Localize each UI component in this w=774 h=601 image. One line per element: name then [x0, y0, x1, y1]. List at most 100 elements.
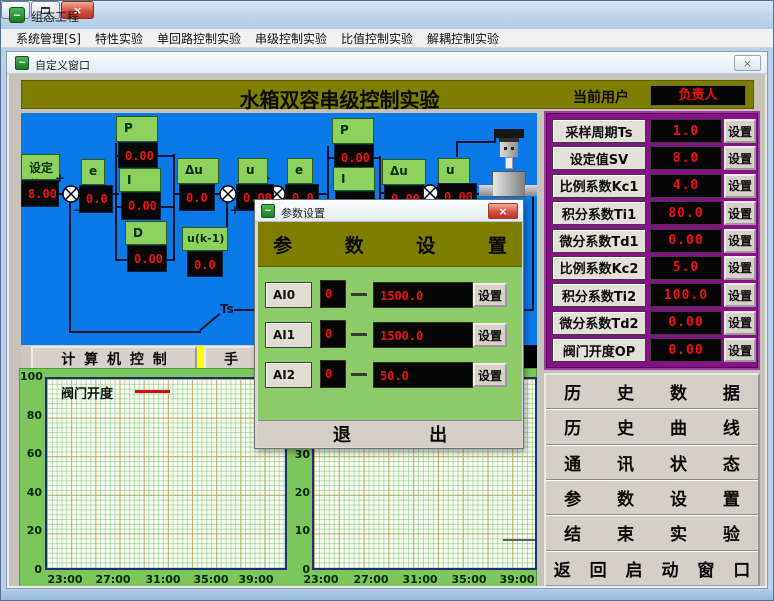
param-settings-button[interactable]: 参 数 设 置 [546, 480, 758, 515]
menu-ratio-exp[interactable]: 比值控制实验 [334, 29, 420, 48]
loop1-uk1-label: u(k-1) [182, 227, 228, 251]
dialog-titlebar[interactable]: ~ 参数设置 × [255, 200, 523, 222]
channel-label-ai1: AI1 [265, 322, 312, 348]
plus-sign: + [55, 171, 65, 185]
chart-legend-label: 阀门开度 [61, 383, 113, 402]
left-ytick-60: 60 [20, 447, 42, 460]
ai0-set-button[interactable]: 设置 [473, 283, 507, 307]
end-experiment-button[interactable]: 结 束 实 验 [546, 515, 758, 550]
setpoint-value: 8.00 [21, 180, 59, 207]
set-button[interactable]: 设置 [724, 311, 756, 335]
menu-decouple-exp[interactable]: 解耦控制实验 [420, 29, 506, 48]
param-value: 0.00 [650, 229, 722, 253]
param-settings-dialog: ~ 参数设置 × 参 数 设 置 AI0 0 1500.0 设置 AI1 0 1… [254, 199, 524, 449]
loop1-i-value: 0.00 [121, 192, 161, 220]
app-icon: ~ [9, 7, 25, 23]
loop2-u-label: u [438, 158, 470, 184]
set-button[interactable]: 设置 [724, 283, 756, 307]
param-label: 阀门开度OP [552, 338, 646, 362]
comm-status-button[interactable]: 通 讯 状 态 [546, 445, 758, 480]
loop2-e-label: e [287, 158, 313, 184]
ai1-low-field[interactable]: 0 [320, 320, 346, 348]
app-window: ~ 组态工程 – × 系统管理[S] 特性实验 单回路控制实验 串级控制实验 比… [0, 0, 774, 601]
set-button[interactable]: 设置 [724, 256, 756, 280]
dialog-header: 参 数 设 置 [258, 222, 522, 267]
param-value: 80.0 [650, 201, 722, 225]
right-ytick-20: 20 [288, 486, 310, 499]
history-data-button[interactable]: 历 史 数 据 [546, 375, 758, 409]
dialog-exit-button[interactable]: 退 出 [258, 420, 522, 447]
custom-window-titlebar: ~ 自定义窗口 × [7, 52, 767, 74]
param-label: 微分系数Td2 [552, 311, 646, 335]
control-valve-graphic [479, 127, 537, 207]
param-row-td2: 微分系数Td2 0.00 设置 [546, 311, 758, 335]
loop1-du-value: 0.0 [179, 184, 215, 211]
dialog-close-button[interactable]: × [488, 203, 518, 219]
left-ytick-100: 100 [20, 370, 42, 383]
sum-junction-2 [219, 185, 237, 203]
param-value: 100.0 [650, 283, 722, 307]
menu-cascade-exp[interactable]: 串级控制实验 [248, 29, 334, 48]
loop1-e-label: e [81, 159, 105, 185]
ai2-low-field[interactable]: 0 [320, 360, 346, 388]
ai0-low-field[interactable]: 0 [320, 280, 346, 308]
param-label: 积分系数Ti2 [552, 283, 646, 307]
param-label: 设定值SV [552, 146, 646, 170]
loop1-i-label: I [119, 168, 161, 192]
left-xtick-2: 27:00 [93, 573, 133, 586]
custom-window-icon: ~ [15, 56, 29, 70]
chart-legend-line [135, 390, 170, 393]
loop2-i-label: I [333, 167, 375, 191]
left-xtick-4: 35:00 [191, 573, 231, 586]
ai1-high-field[interactable]: 1500.0 [373, 322, 473, 348]
param-row-ti2: 积分系数Ti2 100.0 设置 [546, 283, 758, 307]
param-value: 1.0 [650, 119, 722, 143]
right-xtick-3: 31:00 [400, 573, 440, 586]
param-label: 微分系数Td1 [552, 229, 646, 253]
ai2-set-button[interactable]: 设置 [473, 363, 507, 387]
current-user-value: 负责人 [650, 85, 746, 106]
dialog-title: 参数设置 [281, 205, 325, 221]
loop1-e-value: 0.0 [79, 185, 113, 213]
right-xtick-1: 23:00 [301, 573, 341, 586]
param-row-sv: 设定值SV 8.0 设置 [546, 146, 758, 170]
loop1-p-value: 0.00 [118, 142, 158, 168]
custom-window-title: 自定义窗口 [35, 57, 90, 73]
right-xtick-5: 39:00 [497, 573, 537, 586]
menu-system[interactable]: 系统管理[S] [9, 29, 88, 48]
return-start-window-button[interactable]: 返 回 启 动 窗 口 [546, 551, 758, 585]
range-dash [351, 373, 367, 376]
level-trace-segment [503, 539, 535, 541]
menu-single-loop-exp[interactable]: 单回路控制实验 [150, 29, 248, 48]
param-value: 0.00 [650, 311, 722, 335]
current-user-label: 当前用户 [573, 87, 629, 107]
param-row-ti1: 积分系数Ti1 80.0 设置 [546, 201, 758, 225]
left-xtick-5: 39:00 [236, 573, 276, 586]
channel-label-ai0: AI0 [265, 282, 312, 308]
page-title: 水箱双容串级控制实验 [197, 84, 482, 113]
ai0-high-field[interactable]: 1500.0 [373, 282, 473, 308]
param-row-op: 阀门开度OP 0.00 设置 [546, 338, 758, 362]
range-dash [351, 293, 367, 296]
left-xtick-3: 31:00 [143, 573, 183, 586]
set-button[interactable]: 设置 [724, 174, 756, 198]
dialog-icon: ~ [261, 204, 275, 218]
loop1-p-label: P [116, 116, 158, 142]
set-button[interactable]: 设置 [724, 229, 756, 253]
parameter-panel: 采样周期Ts 1.0 设置 设定值SV 8.0 设置 比例系数Kc1 4.0 设… [544, 111, 760, 370]
param-value: 8.0 [650, 146, 722, 170]
param-value: 4.0 [650, 174, 722, 198]
valve-opening-chart-plot: 阀门开度 [45, 377, 287, 570]
param-row-td1: 微分系数Td1 0.00 设置 [546, 229, 758, 253]
set-button[interactable]: 设置 [724, 338, 756, 362]
custom-window-close-button[interactable]: × [734, 55, 761, 71]
menu-characteristic-exp[interactable]: 特性实验 [88, 29, 150, 48]
history-curve-button[interactable]: 历 史 曲 线 [546, 409, 758, 444]
ai2-high-field[interactable]: 50.0 [373, 362, 473, 388]
set-button[interactable]: 设置 [724, 201, 756, 225]
ai1-set-button[interactable]: 设置 [473, 323, 507, 347]
set-button[interactable]: 设置 [724, 119, 756, 143]
set-button[interactable]: 设置 [724, 146, 756, 170]
left-xtick-1: 23:00 [45, 573, 85, 586]
window-bottom-border [1, 590, 774, 601]
